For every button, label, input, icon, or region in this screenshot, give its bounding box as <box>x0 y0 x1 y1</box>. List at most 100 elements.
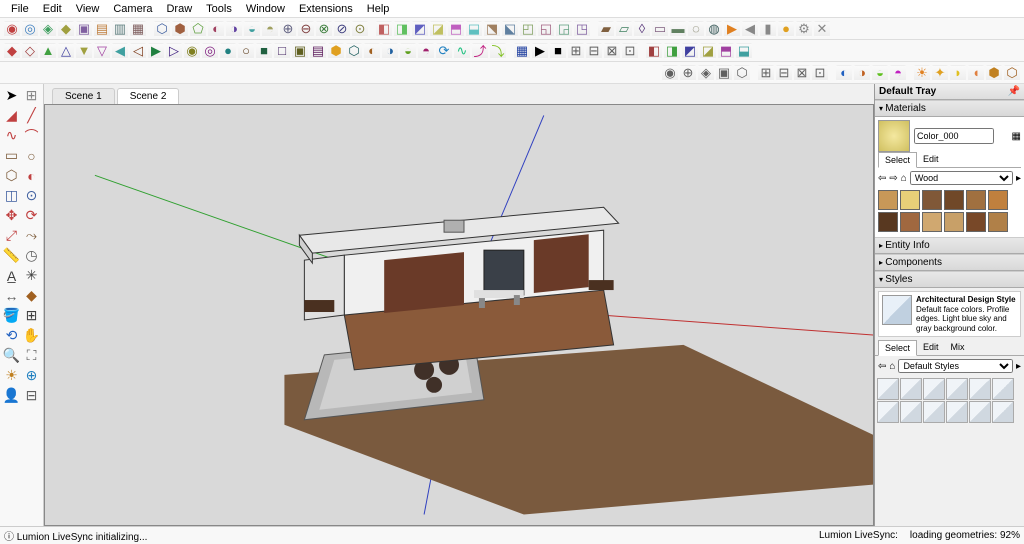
style-swatch[interactable] <box>992 401 1014 423</box>
tool-icon[interactable]: ⬒ <box>448 21 464 37</box>
tab-scene-2[interactable]: Scene 2 <box>117 88 180 104</box>
tool-icon[interactable]: ▽ <box>94 43 110 59</box>
tool-icon[interactable]: ▼ <box>76 43 92 59</box>
tool-icon[interactable]: ⬠ <box>190 21 206 37</box>
tool-icon[interactable]: ◐ <box>364 43 380 59</box>
material-create-icon[interactable]: ▦ <box>1012 131 1021 142</box>
back-icon[interactable]: ⇦ <box>878 361 886 372</box>
line-tool-icon[interactable]: ╱ <box>22 106 41 125</box>
tool-icon[interactable]: ⬕ <box>502 21 518 37</box>
tool-icon[interactable]: ⊡ <box>622 43 638 59</box>
tape-tool-icon[interactable]: 📏 <box>2 246 21 265</box>
tool-icon[interactable]: ◱ <box>538 21 554 37</box>
protractor-tool-icon[interactable]: ◷ <box>22 246 41 265</box>
tool-icon[interactable]: ◊ <box>634 21 650 37</box>
tool-icon[interactable]: ◨ <box>664 43 680 59</box>
tool-icon[interactable]: ⊘ <box>334 21 350 37</box>
tool-icon[interactable]: ◳ <box>574 21 590 37</box>
offset-tool-icon[interactable]: ⊙ <box>22 186 41 205</box>
style-swatch[interactable] <box>946 378 968 400</box>
tool-icon[interactable]: ◍ <box>706 21 722 37</box>
tool-icon[interactable]: ⟳ <box>436 43 452 59</box>
material-swatch[interactable] <box>966 190 986 210</box>
tool-icon[interactable]: ◩ <box>682 43 698 59</box>
tool-icon[interactable]: ◲ <box>556 21 572 37</box>
style-swatch[interactable] <box>946 401 968 423</box>
orbit-tool-icon[interactable]: ⟲ <box>2 326 21 345</box>
tool-icon[interactable]: ⬡ <box>154 21 170 37</box>
tool-icon[interactable]: ◐ <box>22 166 41 185</box>
tool-icon[interactable]: ▦ <box>514 43 530 59</box>
menu-edit[interactable]: Edit <box>36 1 69 17</box>
tool-icon[interactable]: ◀ <box>742 21 758 37</box>
home-icon[interactable]: ⌂ <box>901 173 907 184</box>
forward-icon[interactable]: ⇨ <box>889 173 897 184</box>
details-icon[interactable]: ▸ <box>1016 173 1021 184</box>
paint-tool-icon[interactable]: 🪣 <box>2 306 21 325</box>
tool-icon[interactable]: ◨ <box>394 21 410 37</box>
circle-tool-icon[interactable]: ○ <box>22 146 41 165</box>
tool-icon[interactable]: ◑ <box>854 65 870 81</box>
text-tool-icon[interactable]: A̲ <box>2 266 21 285</box>
tool-icon[interactable]: ▬ <box>670 21 686 37</box>
home-icon[interactable]: ⌂ <box>889 361 895 372</box>
tool-icon[interactable]: ∿ <box>454 43 470 59</box>
tool-icon[interactable]: ▣ <box>76 21 92 37</box>
tool-icon[interactable]: ○ <box>238 43 254 59</box>
material-category-select[interactable]: Wood <box>910 171 1013 185</box>
tool-icon[interactable]: ⬒ <box>718 43 734 59</box>
tool-icon[interactable]: ⬢ <box>328 43 344 59</box>
tool-icon[interactable]: ◑ <box>226 21 242 37</box>
style-tab-select[interactable]: Select <box>878 340 917 356</box>
rotate-tool-icon[interactable]: ⟳ <box>22 206 41 225</box>
tool-icon[interactable]: ⬢ <box>986 65 1002 81</box>
freehand-tool-icon[interactable]: ∿ <box>2 126 21 145</box>
back-icon[interactable]: ⇦ <box>878 173 886 184</box>
style-swatch[interactable] <box>877 378 899 400</box>
tool-icon[interactable]: ⤴ <box>472 43 488 59</box>
material-tab-select[interactable]: Select <box>878 152 917 168</box>
material-swatch[interactable] <box>922 190 942 210</box>
tool-icon[interactable]: ◧ <box>376 21 392 37</box>
material-swatch[interactable] <box>988 212 1008 232</box>
tool-icon[interactable]: ▮ <box>760 21 776 37</box>
scale-tool-icon[interactable]: ⤢ <box>2 226 21 245</box>
tool-icon[interactable]: ⬡ <box>734 65 750 81</box>
tool-icon[interactable]: ◈ <box>40 21 56 37</box>
tool-icon[interactable]: ▰ <box>598 21 614 37</box>
tool-icon[interactable]: △ <box>58 43 74 59</box>
menu-camera[interactable]: Camera <box>106 1 159 17</box>
zoom-tool-icon[interactable]: 🔍 <box>2 346 21 365</box>
tool-icon[interactable]: ⊠ <box>604 43 620 59</box>
polygon-tool-icon[interactable]: ⬡ <box>2 166 21 185</box>
menu-draw[interactable]: Draw <box>159 1 199 17</box>
tool-icon[interactable]: ◎ <box>202 43 218 59</box>
tool-icon[interactable]: ✦ <box>932 65 948 81</box>
tool-icon[interactable]: ● <box>778 21 794 37</box>
tool-icon[interactable]: ⊖ <box>298 21 314 37</box>
tool-icon[interactable]: ◖ <box>968 65 984 81</box>
axes-tool-icon[interactable]: ✳ <box>22 266 41 285</box>
style-tab-mix[interactable]: Mix <box>945 340 971 355</box>
tool-icon[interactable]: 👤 <box>2 386 21 405</box>
tool-icon[interactable]: ▷ <box>166 43 182 59</box>
tool-icon[interactable]: ◌ <box>688 21 704 37</box>
tool-icon[interactable]: ◉ <box>4 21 20 37</box>
style-swatch[interactable] <box>969 378 991 400</box>
tool-icon[interactable]: ◒ <box>400 43 416 59</box>
components-panel-header[interactable]: Components <box>875 254 1024 271</box>
material-swatch[interactable] <box>878 212 898 232</box>
tray-pin-icon[interactable]: 📌 <box>1008 86 1020 97</box>
tool-icon[interactable]: ◗ <box>950 65 966 81</box>
style-swatch[interactable] <box>923 401 945 423</box>
material-swatch[interactable] <box>900 212 920 232</box>
tool-icon[interactable]: ⤵ <box>490 43 506 59</box>
tool-icon[interactable]: ◪ <box>700 43 716 59</box>
tool-icon[interactable]: ⬢ <box>172 21 188 37</box>
menu-extensions[interactable]: Extensions <box>292 1 360 17</box>
tool-icon[interactable]: ⊟ <box>586 43 602 59</box>
entity-info-panel-header[interactable]: Entity Info <box>875 237 1024 254</box>
style-swatch[interactable] <box>877 401 899 423</box>
zoom-extents-icon[interactable]: ⛶ <box>22 346 41 365</box>
style-swatch[interactable] <box>969 401 991 423</box>
